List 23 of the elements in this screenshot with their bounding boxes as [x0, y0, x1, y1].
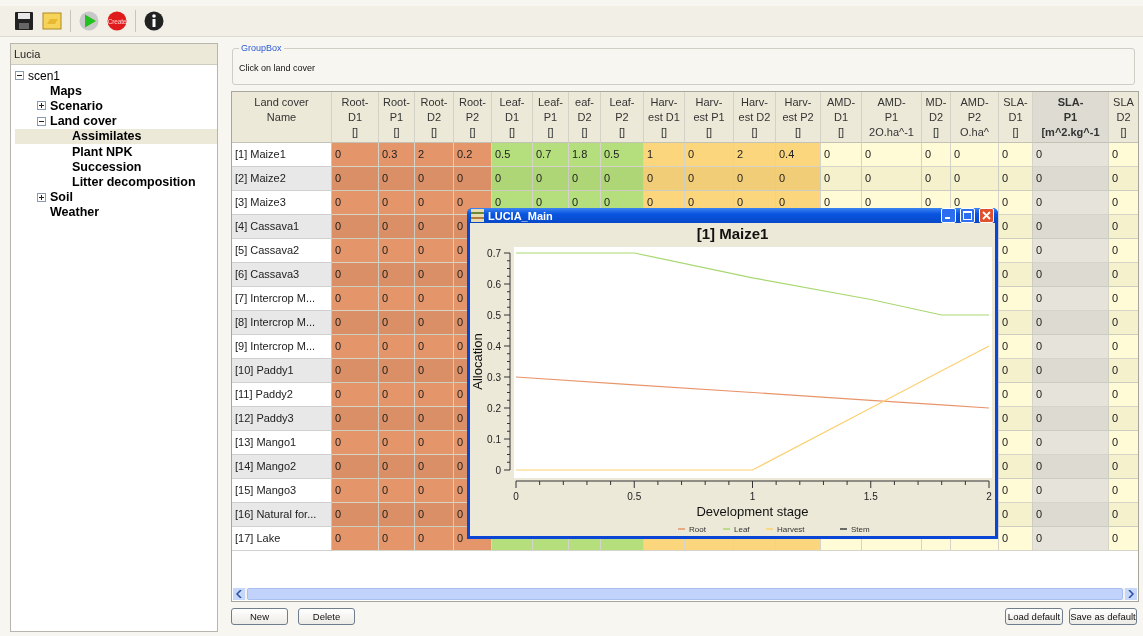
- legend-label: Harvest: [777, 525, 805, 534]
- group-box-title: GroupBox: [240, 43, 283, 53]
- legend-label: Leaf: [734, 525, 750, 534]
- x-tick-label: 0: [513, 491, 519, 502]
- x-tick-label: 0.5: [627, 491, 642, 502]
- hint-text: Click on land cover: [239, 63, 316, 73]
- x-tick-label: 1.5: [863, 491, 878, 502]
- x-axis-label: Development stage: [696, 504, 809, 519]
- y-tick-label: 0: [495, 465, 501, 476]
- y-tick-label: 0.6: [487, 279, 501, 290]
- y-tick-label: 0.2: [487, 403, 501, 414]
- legend-label: Stem: [851, 525, 870, 534]
- x-tick-label: 1: [749, 491, 756, 502]
- y-axis-label: Allocation: [470, 333, 485, 390]
- panel-title: Lucia: [11, 44, 217, 65]
- y-tick-label: 0.3: [487, 372, 501, 383]
- x-tick-label: 2: [986, 491, 992, 502]
- chart-title: [1] Maize1: [695, 224, 770, 244]
- legend-label: Root: [689, 525, 706, 534]
- y-tick-label: 0.7: [487, 248, 501, 259]
- y-tick-label: 0.1: [487, 434, 501, 445]
- y-tick-label: 0.5: [487, 310, 501, 321]
- y-tick-label: 0.4: [487, 341, 501, 352]
